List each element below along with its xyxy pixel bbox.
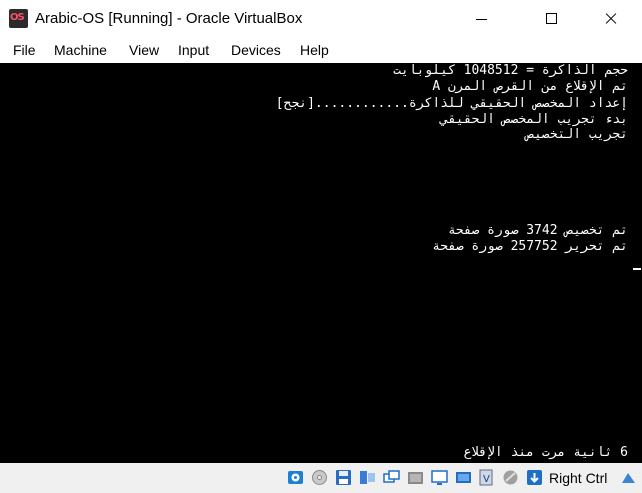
virtualbox-app-icon: OS bbox=[9, 9, 28, 28]
console-line-allocator-test: بدء تجريب المخصص الحقيقي bbox=[440, 112, 628, 127]
menu-help[interactable]: Help bbox=[300, 42, 329, 58]
network-icon[interactable] bbox=[383, 469, 400, 486]
console-line-boot-drive: تم الإقلاع من القرص المرن A bbox=[432, 79, 628, 94]
menu-input[interactable]: Input bbox=[178, 42, 209, 58]
minimize-button[interactable] bbox=[458, 0, 504, 38]
video-capture-icon[interactable]: V bbox=[478, 469, 495, 486]
hard-disk-icon[interactable] bbox=[287, 469, 304, 486]
console-line-pages-allocated: تم تخصيص 3742 صورة صفحة bbox=[447, 223, 628, 238]
optical-drive-icon[interactable] bbox=[311, 469, 328, 486]
keyboard-capture-icon[interactable] bbox=[620, 469, 637, 486]
console-line-uptime: 6 ثانية مرت منذ الإقلاع bbox=[463, 445, 628, 460]
console-line-allocation-test: تجريب التخصيص bbox=[526, 127, 628, 142]
display-icon[interactable] bbox=[455, 469, 472, 486]
menu-bar: File Machine View Input Devices Help bbox=[0, 38, 642, 63]
menu-devices[interactable]: Devices bbox=[231, 42, 281, 58]
status-bar: V Right Ctrl bbox=[0, 463, 642, 493]
close-button[interactable] bbox=[588, 0, 634, 38]
window-title: Arabic-OS [Running] - Oracle VirtualBox bbox=[35, 10, 303, 27]
console-line-allocator-setup: إعداد المخصص الحقيقي للذاكرة............… bbox=[275, 96, 628, 111]
floppy-icon[interactable] bbox=[335, 469, 352, 486]
host-key-label: Right Ctrl bbox=[549, 470, 608, 486]
menu-view[interactable]: View bbox=[129, 42, 159, 58]
menu-file[interactable]: File bbox=[13, 42, 36, 58]
audio-icon[interactable] bbox=[359, 469, 376, 486]
shared-folder-icon[interactable] bbox=[431, 469, 448, 486]
vm-display[interactable]: حجم الذاكرة = 1048512 كيلوبايت تم الإقلا… bbox=[0, 63, 642, 463]
text-cursor bbox=[633, 268, 641, 270]
usb-icon[interactable] bbox=[407, 469, 424, 486]
maximize-button[interactable] bbox=[528, 0, 574, 38]
menu-machine[interactable]: Machine bbox=[54, 42, 107, 58]
title-bar[interactable]: OS Arabic-OS [Running] - Oracle VirtualB… bbox=[0, 0, 642, 38]
console-line-memory-size: حجم الذاكرة = 1048512 كيلوبايت bbox=[393, 63, 628, 78]
mouse-integration-icon[interactable] bbox=[526, 469, 543, 486]
svg-text:V: V bbox=[483, 474, 490, 485]
console-line-pages-freed: تم تحرير 257752 صورة صفحة bbox=[432, 239, 628, 254]
virtualization-icon[interactable] bbox=[502, 469, 519, 486]
